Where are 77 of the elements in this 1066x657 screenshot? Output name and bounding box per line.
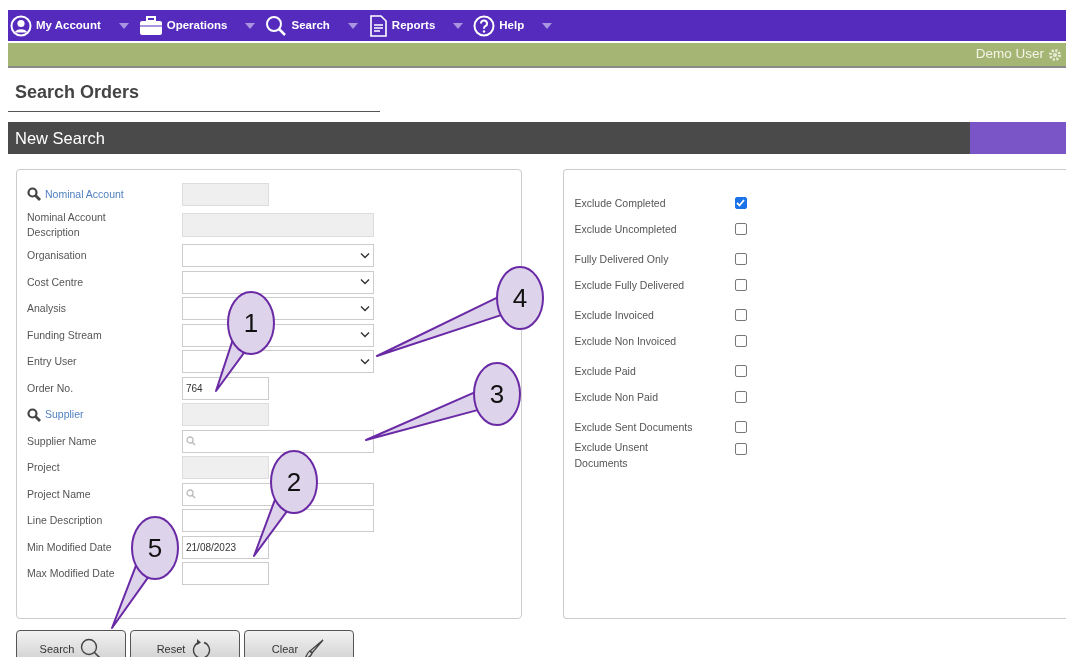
checkbox[interactable] [734, 253, 747, 265]
option-label: Exclude Non Invoiced [574, 334, 677, 349]
field-label: Entry User [27, 354, 77, 370]
action-button[interactable]: Reset [130, 630, 240, 657]
user-icon [10, 14, 32, 37]
document-icon [367, 14, 388, 37]
action-button[interactable]: Search [16, 630, 126, 657]
caret-icon [245, 22, 256, 29]
menu-item[interactable]: Operations [138, 10, 266, 41]
option-label: Exclude Sent Documents [574, 420, 693, 435]
dropdown[interactable] [182, 350, 374, 374]
option-label: Exclude Completed [574, 196, 666, 211]
field-label: Nominal Account Description [27, 210, 107, 240]
chevron-down-icon [360, 305, 370, 312]
search-icon [80, 638, 103, 657]
menu-item[interactable]: Reports [367, 10, 474, 41]
search-icon [186, 436, 196, 447]
field-label: Funding Stream [27, 327, 102, 343]
input-field[interactable] [182, 562, 269, 586]
lookup-link[interactable]: Supplier [45, 407, 84, 423]
caret-icon [347, 22, 358, 29]
search-icon [186, 489, 196, 500]
field-label: Line Description [27, 513, 103, 529]
caret-icon [453, 22, 464, 29]
search-icon [265, 14, 288, 37]
field-label: Project Name [27, 486, 91, 502]
field-label: Supplier Name [27, 433, 97, 449]
field-label: Project [27, 460, 60, 476]
chevron-down-icon [360, 358, 370, 365]
chevron-down-icon [360, 279, 370, 286]
field-label: Order No. [27, 380, 74, 396]
checkbox[interactable] [734, 223, 747, 235]
input-field[interactable]: 21/08/2023 [182, 535, 269, 559]
section-title: New Search [14, 128, 106, 149]
checkbox[interactable] [734, 309, 747, 321]
checkbox[interactable] [734, 391, 747, 403]
field-label: Min Modified Date [27, 539, 112, 555]
checkbox[interactable] [734, 421, 747, 433]
callout-number: 1 [243, 308, 259, 338]
checkbox[interactable] [734, 443, 747, 455]
search-icon [27, 407, 41, 422]
chevron-down-icon [360, 332, 370, 339]
option-label: Exclude Paid [574, 364, 636, 379]
lookup-link[interactable]: Nominal Account [45, 186, 124, 202]
chevron-down-icon [360, 252, 370, 259]
input-field[interactable] [182, 509, 374, 533]
option-label: Exclude Unsent Documents [574, 440, 650, 471]
field-label: Organisation [27, 248, 87, 264]
menu-item[interactable]: Search [265, 10, 368, 41]
checkbox[interactable] [734, 197, 747, 209]
checkbox[interactable] [734, 279, 747, 291]
checkbox[interactable] [734, 335, 747, 347]
field-label: Cost Centre [27, 274, 84, 290]
briefcase-icon [138, 14, 163, 37]
option-label: Exclude Non Paid [574, 390, 658, 405]
user-name: Demo User [975, 45, 1044, 64]
caret-icon [118, 22, 129, 29]
option-label: Exclude Invoiced [574, 308, 654, 323]
callout-number: 2 [286, 467, 302, 497]
input-field[interactable]: 764 [182, 376, 269, 400]
checkbox[interactable] [734, 365, 747, 377]
option-label: Exclude Fully Delivered [574, 278, 685, 293]
page-title: Search Orders [8, 68, 380, 112]
menu-item[interactable]: My Account [10, 10, 139, 41]
field-label: Max Modified Date [27, 566, 115, 582]
action-button[interactable]: Clear [244, 630, 354, 657]
menu-item[interactable]: Help [473, 10, 563, 41]
option-label: Fully Delivered Only [574, 252, 669, 267]
callout-number: 5 [147, 533, 163, 563]
callout-number: 4 [512, 283, 528, 313]
caret-icon [542, 22, 553, 29]
callout-number: 3 [489, 379, 505, 409]
field-label: Analysis [27, 301, 67, 317]
option-label: Exclude Uncompleted [574, 222, 677, 237]
search-icon [27, 187, 41, 202]
help-icon [473, 14, 496, 37]
search-field[interactable] [182, 429, 374, 453]
